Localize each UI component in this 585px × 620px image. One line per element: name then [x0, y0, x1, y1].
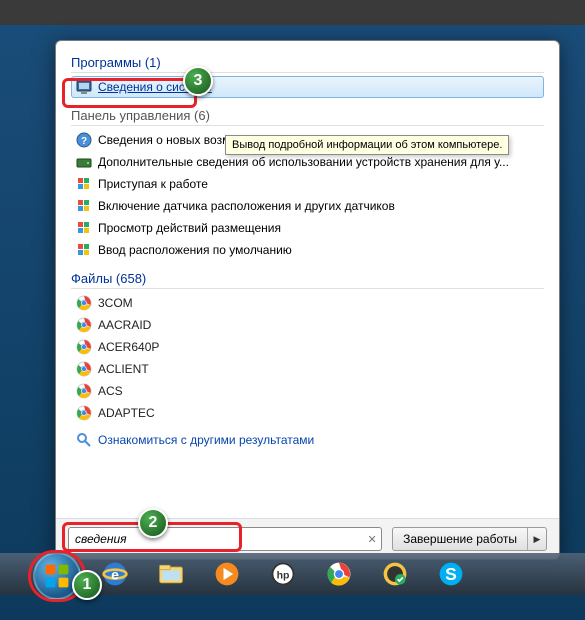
taskbar: e hp S	[0, 553, 585, 595]
flag-icon	[76, 176, 92, 192]
taskbar-skype[interactable]: S	[424, 555, 478, 593]
result-file-item[interactable]: AACRAID	[71, 314, 544, 336]
result-file-item[interactable]: 3COM	[71, 292, 544, 314]
clear-search-icon[interactable]: ✕	[363, 533, 381, 546]
chrome-icon	[76, 295, 92, 311]
more-results-link[interactable]: Ознакомиться с другими результатами	[71, 424, 544, 456]
section-programs-header: Программы (1)	[71, 51, 544, 73]
result-label: Просмотр действий размещения	[98, 221, 281, 235]
taskbar-hp[interactable]: hp	[256, 555, 310, 593]
shutdown-button[interactable]: Завершение работы ▶	[392, 527, 547, 551]
result-file-item[interactable]: ACS	[71, 380, 544, 402]
start-button[interactable]	[33, 552, 81, 600]
help-icon: ?	[76, 132, 92, 148]
result-cp-item[interactable]: Ввод расположения по умолчанию	[71, 239, 544, 261]
shutdown-arrow-icon[interactable]: ▶	[528, 534, 546, 545]
result-cp-item[interactable]: Просмотр действий размещения	[71, 217, 544, 239]
svg-text:S: S	[445, 564, 457, 584]
result-label: AACRAID	[98, 318, 151, 332]
taskbar-explorer[interactable]	[144, 555, 198, 593]
svg-text:e: e	[111, 566, 119, 582]
result-file-item[interactable]: ACLIENT	[71, 358, 544, 380]
result-cp-item[interactable]: Включение датчика расположения и других …	[71, 195, 544, 217]
system-info-icon	[76, 79, 92, 95]
search-box[interactable]: ✕	[68, 527, 382, 551]
tooltip: Вывод подробной информации об этом компь…	[225, 135, 509, 155]
result-label: 3COM	[98, 296, 133, 310]
taskbar-chrome[interactable]	[312, 555, 366, 593]
result-label: Приступая к работе	[98, 177, 208, 191]
section-control-panel-header: Панель управления (6)	[71, 104, 544, 126]
result-file-item[interactable]: ADAPTEC	[71, 402, 544, 424]
chrome-icon	[76, 405, 92, 421]
drive-icon	[76, 154, 92, 170]
flag-icon	[76, 198, 92, 214]
taskbar-app[interactable]	[368, 555, 422, 593]
chrome-icon	[76, 383, 92, 399]
chrome-icon	[76, 361, 92, 377]
result-file-item[interactable]: ACER640P	[71, 336, 544, 358]
result-label: ADAPTEC	[98, 406, 155, 420]
search-input[interactable]	[69, 532, 363, 546]
result-label: ACS	[98, 384, 123, 398]
result-label: Дополнительные сведения об использовании…	[98, 155, 509, 169]
shutdown-label: Завершение работы	[393, 528, 528, 550]
flag-icon	[76, 220, 92, 236]
chrome-icon	[76, 317, 92, 333]
svg-text:?: ?	[81, 136, 87, 147]
start-menu: Программы (1) Сведения о системе Панель …	[55, 40, 560, 560]
chrome-icon	[76, 339, 92, 355]
section-files-header: Файлы (658)	[71, 267, 544, 289]
result-label: Включение датчика расположения и других …	[98, 199, 395, 213]
result-label: ACER640P	[98, 340, 159, 354]
result-label: ACLIENT	[98, 362, 149, 376]
result-label: Сведения о системе	[98, 80, 212, 94]
result-label: Ввод расположения по умолчанию	[98, 243, 292, 257]
svg-text:hp: hp	[277, 569, 290, 581]
flag-icon	[76, 242, 92, 258]
more-results-label: Ознакомиться с другими результатами	[98, 433, 314, 447]
taskbar-ie[interactable]: e	[88, 555, 142, 593]
search-icon	[76, 432, 92, 448]
taskbar-wmp[interactable]	[200, 555, 254, 593]
result-system-info[interactable]: Сведения о системе	[71, 76, 544, 98]
result-cp-item[interactable]: Приступая к работе	[71, 173, 544, 195]
